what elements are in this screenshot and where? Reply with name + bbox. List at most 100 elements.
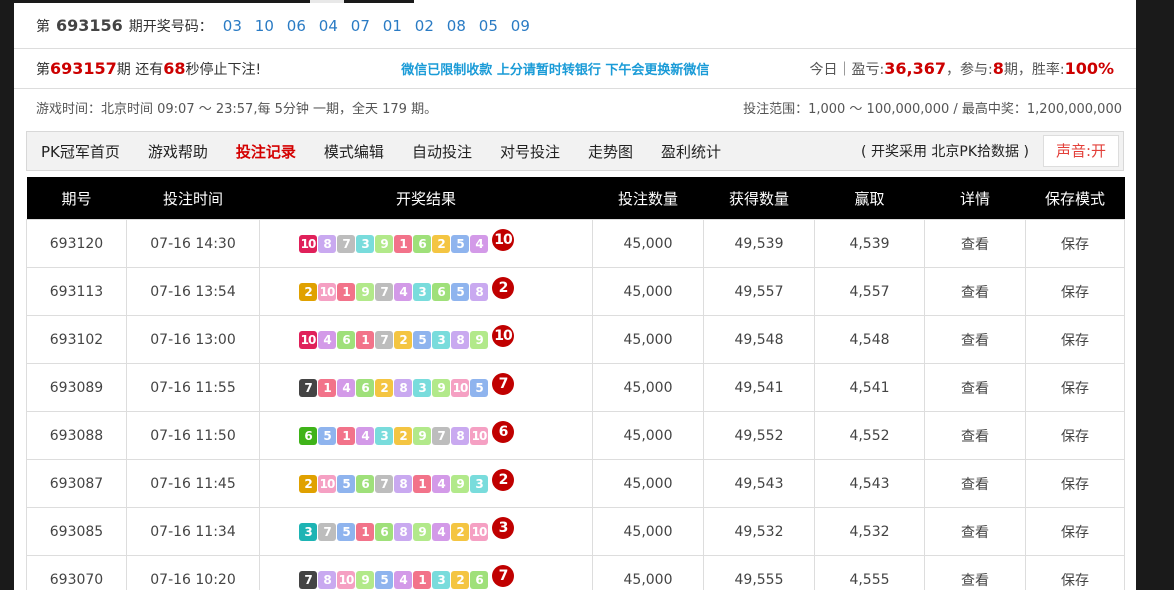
result-ball: 4 [432,522,450,541]
result-ball: 6 [432,282,450,301]
result-ball: 10 [299,234,317,253]
winrate-label: 期，胜率: [1003,61,1065,78]
cell-bet-qty: 45,000 [592,363,704,412]
save-mode-link[interactable]: 保存 [1025,507,1125,556]
result-ball: 1 [337,282,355,301]
save-mode-link[interactable]: 保存 [1025,555,1125,590]
nav-help[interactable]: 游戏帮助 [134,141,222,162]
cell-win: 4,543 [814,459,925,508]
data-source-text: ( 开奖采用 北京PK拾数据 ) [861,144,1029,160]
cell-bet-time: 07-16 14:30 [126,219,260,268]
save-mode-link[interactable]: 保存 [1025,219,1125,268]
current-draw-number: 05 [478,16,498,35]
result-ball: 6 [375,522,393,541]
nav-home[interactable]: PK冠军首页 [27,141,134,162]
result-ball: 1 [413,570,431,589]
current-draw-number: 03 [222,16,242,35]
result-ball: 1 [356,522,374,541]
header-details: 详情 [924,177,1026,220]
view-details-link[interactable]: 查看 [924,315,1026,364]
table-row: 693113 07-16 13:54 2 10 1 9 7 4 3 6 5 8 2 45,000 49,55… [26,267,1125,316]
view-details-link[interactable]: 查看 [924,267,1026,316]
result-ball: 5 [318,426,336,445]
cell-get-qty: 49,539 [703,219,815,268]
result-ball: 8 [318,234,336,253]
result-balls: 7 8 10 9 5 4 1 3 2 6 7 [261,564,591,589]
result-ball: 8 [470,282,488,301]
cell-bet-time: 07-16 11:45 [126,459,260,508]
result-ball: 8 [394,474,412,493]
result-ball: 3 [413,378,431,397]
result-ball: 2 [394,426,412,445]
current-draw-number: 08 [446,16,466,35]
table-row: 693085 07-16 11:34 3 7 5 1 6 8 9 4 2 10 3 45,000 49,53… [26,507,1125,556]
bet-records-table: 期号 投注时间 开奖结果 投注数量 获得数量 赢取 详情 保存模式 693120… [26,177,1125,590]
result-ball: 5 [451,234,469,253]
result-ball: 10 [470,522,488,541]
result-badge: 2 [492,468,514,491]
view-details-link[interactable]: 查看 [924,411,1026,460]
cell-result: 10 8 7 3 9 1 6 2 5 4 10 [259,219,593,268]
result-ball: 2 [451,522,469,541]
view-details-link[interactable]: 查看 [924,507,1026,556]
cell-period: 693102 [26,315,127,364]
result-ball: 10 [337,570,355,589]
header-save-mode: 保存模式 [1025,177,1125,220]
nav-bet-records[interactable]: 投注记录 [222,141,310,162]
result-ball: 5 [470,378,488,397]
joined-label: ，参与: [945,61,993,78]
result-ball: 5 [375,570,393,589]
result-ball: 10 [318,474,336,493]
countdown-prefix: 第 [36,61,50,78]
result-ball: 7 [432,426,450,445]
result-ball: 10 [470,426,488,445]
result-ball: 6 [337,330,355,349]
countdown-row: 第693157期 还有68秒停止下注! 微信已限制收款 上分请暂时转银行 下午会… [14,49,1136,89]
nav-bar: PK冠军首页 游戏帮助 投注记录 模式编辑 自动投注 对号投注 走势图 盈利统计… [26,131,1124,171]
cell-result: 3 7 5 1 6 8 9 4 2 10 3 [259,507,593,556]
cell-get-qty: 49,552 [703,411,815,460]
result-ball: 3 [356,234,374,253]
nav-profit-stats[interactable]: 盈利统计 [647,141,735,162]
cell-result: 2 10 5 6 7 8 1 4 9 3 2 [259,459,593,508]
winrate-value: 100% [1064,58,1114,78]
game-time-text: 游戏时间：北京时间 09:07 ～ 23:57,每 5分钟 一期，全天 179 … [36,101,438,117]
save-mode-link[interactable]: 保存 [1025,267,1125,316]
result-ball: 7 [337,234,355,253]
view-details-link[interactable]: 查看 [924,555,1026,590]
save-mode-link[interactable]: 保存 [1025,363,1125,412]
result-ball: 9 [413,522,431,541]
nav-trend-chart[interactable]: 走势图 [574,141,647,162]
result-ball: 8 [451,426,469,445]
result-badge: 10 [492,324,514,347]
result-ball: 9 [470,330,488,349]
view-details-link[interactable]: 查看 [924,459,1026,508]
save-mode-link[interactable]: 保存 [1025,411,1125,460]
current-draw-numbers: 03 10 06 04 07 01 02 08 05 09 [223,17,543,35]
view-details-link[interactable]: 查看 [924,363,1026,412]
cell-bet-qty: 45,000 [592,459,704,508]
result-ball: 2 [451,570,469,589]
cell-period: 693087 [26,459,127,508]
cell-bet-time: 07-16 11:34 [126,507,260,556]
nav-number-bet[interactable]: 对号投注 [486,141,574,162]
result-ball: 1 [394,234,412,253]
save-mode-link[interactable]: 保存 [1025,459,1125,508]
cell-bet-qty: 45,000 [592,411,704,460]
today-stats: 今日｜盈亏:36,367，参与:8期，胜率:100% [810,59,1114,79]
save-mode-link[interactable]: 保存 [1025,315,1125,364]
result-ball: 8 [318,570,336,589]
cell-get-qty: 49,555 [703,555,815,590]
result-balls: 7 1 4 6 2 8 3 9 10 5 7 [261,372,591,397]
current-draw-number: 10 [254,16,274,35]
nav-auto-bet[interactable]: 自动投注 [398,141,486,162]
cell-period: 693089 [26,363,127,412]
result-ball: 2 [299,282,317,301]
cell-get-qty: 49,548 [703,315,815,364]
current-draw-number: 02 [414,16,434,35]
result-badge: 2 [492,276,514,299]
sound-toggle-button[interactable]: 声音:开 [1042,135,1119,167]
cell-result: 2 10 1 9 7 4 3 6 5 8 2 [259,267,593,316]
view-details-link[interactable]: 查看 [924,219,1026,268]
nav-mode-edit[interactable]: 模式编辑 [310,141,398,162]
